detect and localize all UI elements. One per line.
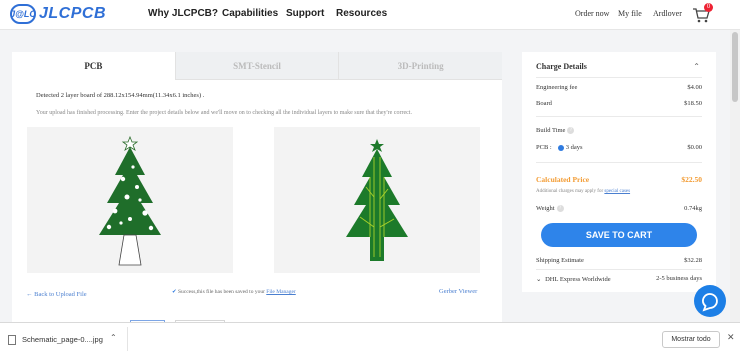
charge-details-panel: Charge Details ⌃ Engineering fee $4.00 B… [522,52,716,292]
logo-badge: J@LC [10,4,36,24]
saved-message: ✔ Success,this file has been saved to yo… [172,289,296,295]
divider [127,327,128,351]
chevron-up-icon[interactable]: ⌃ [693,62,700,71]
chevron-down-icon: ⌄ [536,276,542,283]
calculated-price-label: Calculated Price [536,175,590,184]
weight-value: 0.74kg [684,205,702,212]
help-icon[interactable]: ? [556,205,564,213]
scrollbar-thumb[interactable] [732,32,738,102]
upload-status-text: Your upload has finished processing. Ent… [36,110,412,116]
user-account-link[interactable]: Ardlover [653,9,682,18]
jlcpcb-logo[interactable]: J@LC JLCPCB [10,3,106,25]
shipping-time: 2-5 business days [656,275,702,282]
check-icon: ✔ [172,289,177,295]
tab-3d-printing[interactable]: 3D-Printing [338,52,503,80]
calculated-price-value: $22.50 [681,175,702,184]
additional-charges-note: Additional charges may apply for special… [536,189,631,194]
nav-support[interactable]: Support [286,8,324,19]
special-cases-link[interactable]: special cases [604,189,630,194]
tab-pcb[interactable]: PCB [12,52,175,80]
chevron-up-icon[interactable]: ⌃ [110,333,117,342]
logo-text: JLCPCB [39,5,107,22]
engineering-fee-value: $4.00 [687,84,702,91]
pcb-build-price: $0.00 [687,144,702,151]
board-detected-text: Detected 2 layer board of 288.12x154.94m… [36,92,205,99]
top-navbar: J@LC JLCPCB Why JLCPCB? Capabilities Sup… [0,0,740,30]
service-tabs: PCB SMT-Stencil 3D-Printing [12,52,503,80]
divider [536,77,702,78]
engineering-fee-label: Engineering fee [536,84,578,91]
tab-smt-stencil[interactable]: SMT-Stencil [174,52,339,80]
back-to-upload-link[interactable]: ← Back to Upload File [26,291,87,298]
divider [536,269,702,270]
save-to-cart-button[interactable]: SAVE TO CART [541,223,697,247]
pcb-bottom-preview [274,127,480,273]
tree-board-bottom-image [346,139,408,261]
build-time-label: Build Time? [536,127,575,135]
nav-resources[interactable]: Resources [336,8,387,19]
shipping-estimate-value: $32.28 [684,257,702,264]
nav-capabilities[interactable]: Capabilities [222,8,278,19]
board-label: Board [536,100,552,107]
file-manager-link[interactable]: File Manager [266,289,295,295]
divider [536,116,702,117]
chat-button[interactable] [694,285,726,317]
help-icon[interactable]: ? [567,127,575,135]
download-filename: Schematic_page-0....jpg [22,335,103,344]
cart-icon[interactable]: 0 [692,3,713,24]
cart-count-badge: 0 [704,3,713,12]
nav-why-jlcpcb[interactable]: Why JLCPCB? [148,8,218,19]
weight-label: Weight? [536,205,564,213]
order-panel: PCB SMT-Stencil 3D-Printing Detected 2 l… [12,52,503,326]
order-now-link[interactable]: Order now [575,9,609,18]
show-all-button[interactable]: Mostrar todo [662,331,720,348]
shipping-estimate-label: Shipping Estimate [536,257,584,264]
arrow-left-icon: ← [26,291,33,298]
charge-details-title: Charge Details [536,62,587,71]
tree-board-top-image [99,135,161,266]
divider [536,162,702,163]
gerber-viewer-link[interactable]: Gerber Viewer [439,288,477,295]
download-bar: Schematic_page-0....jpg ⌃ Mostrar todo ✕ [0,322,740,354]
download-item[interactable]: Schematic_page-0....jpg [8,332,120,347]
file-icon [8,334,16,345]
shipping-method-select[interactable]: ⌄ DHL Express Worldwide [536,275,611,283]
board-value: $18.50 [684,100,702,107]
my-file-link[interactable]: My file [618,9,642,18]
pcb-top-preview [27,127,233,273]
chat-icon [702,293,718,312]
pcb-build-option[interactable]: PCB :3 days [536,144,583,151]
close-icon[interactable]: ✕ [727,332,735,343]
radio-selected-icon[interactable] [557,144,564,151]
